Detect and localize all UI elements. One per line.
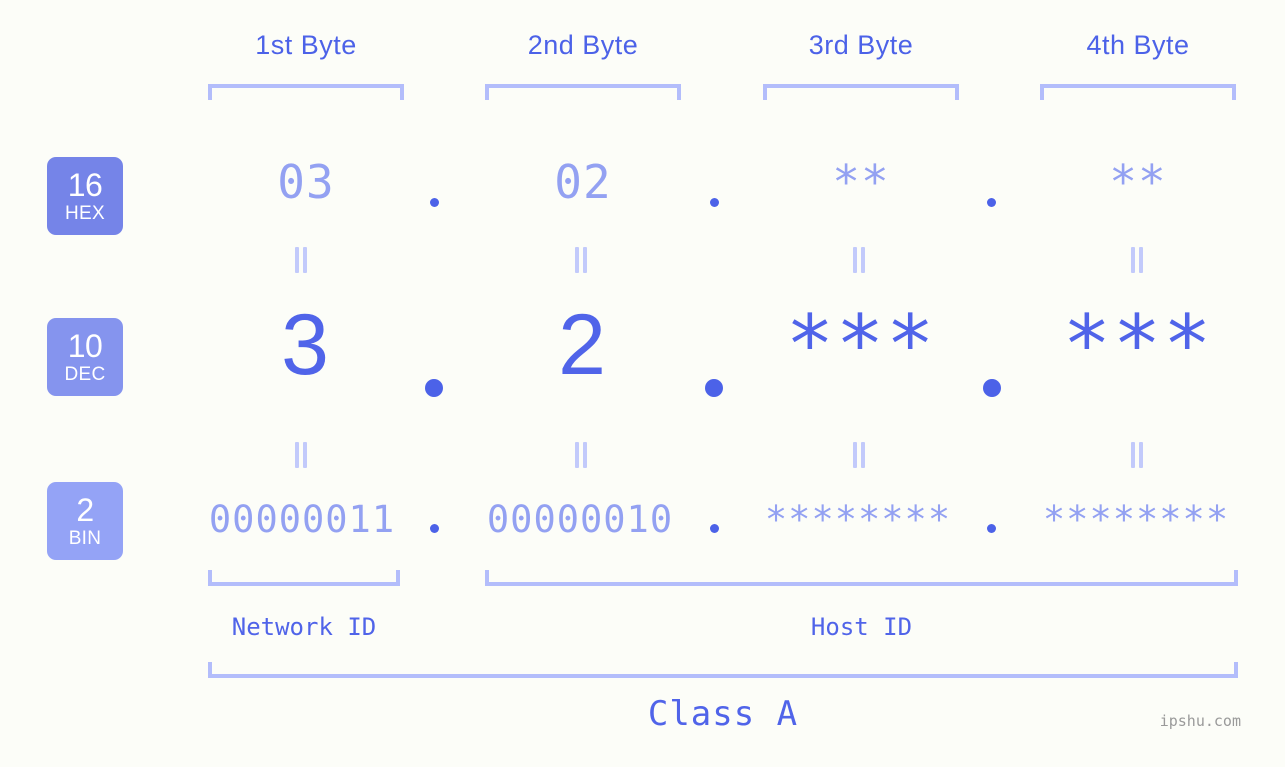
bin-separator-dot-3 (987, 524, 996, 533)
dec-separator-dot-1 (425, 379, 443, 397)
equals-connector-hex-dec-3 (850, 247, 868, 273)
equals-connector-dec-bin-2 (572, 442, 590, 468)
network-id-label-text: Network ID (231, 613, 377, 641)
dec-value-byte-3: *** (763, 298, 959, 391)
bin-value-byte-4: ******** (1038, 498, 1234, 541)
class-label-text: Class A (647, 694, 799, 734)
byte-header-4-label: 4th Byte (1086, 30, 1190, 60)
hex-separator-dot-2 (710, 198, 719, 207)
byte-bracket-2 (485, 84, 681, 100)
bin-value-byte-3: ******** (760, 498, 956, 541)
radix-badge-hex-label: HEX (65, 203, 105, 224)
bin-value-byte-4-text: ******** (1042, 498, 1230, 541)
ip-byte-diagram: 1st Byte 2nd Byte 3rd Byte 4th Byte 16 H… (0, 0, 1285, 767)
host-id-label: Host ID (485, 613, 1238, 641)
network-id-bracket (208, 570, 400, 586)
dec-value-byte-4-text: *** (1062, 298, 1214, 391)
dec-separator-dot-2 (705, 379, 723, 397)
byte-bracket-4 (1040, 84, 1236, 100)
dec-value-byte-1-text: 3 (281, 297, 331, 393)
equals-connector-dec-bin-3 (850, 442, 868, 468)
byte-header-4: 4th Byte (1040, 30, 1236, 61)
bin-value-byte-3-text: ******** (764, 498, 952, 541)
bin-value-byte-2-text: 00000010 (486, 498, 674, 541)
equals-connector-dec-bin-4 (1128, 442, 1146, 468)
radix-badge-bin-label: BIN (68, 528, 102, 549)
hex-value-byte-2-text: 02 (554, 155, 612, 209)
dec-value-byte-2-text: 2 (558, 297, 608, 393)
bin-separator-dot-1 (430, 524, 439, 533)
dec-value-byte-3-text: *** (785, 298, 937, 391)
network-id-label: Network ID (208, 613, 400, 641)
radix-badge-dec: 10 DEC (47, 318, 123, 396)
byte-bracket-3 (763, 84, 959, 100)
equals-connector-dec-bin-1 (292, 442, 310, 468)
equals-connector-hex-dec-4 (1128, 247, 1146, 273)
byte-header-2-label: 2nd Byte (527, 30, 639, 60)
byte-header-3-label: 3rd Byte (808, 30, 914, 60)
hex-value-byte-1-text: 03 (277, 155, 335, 209)
class-bracket (208, 662, 1238, 678)
host-id-label-text: Host ID (810, 613, 913, 641)
hex-separator-dot-3 (987, 198, 996, 207)
radix-badge-bin: 2 BIN (47, 482, 123, 560)
byte-header-3: 3rd Byte (763, 30, 959, 61)
bin-value-byte-1-text: 00000011 (208, 498, 396, 541)
radix-badge-dec-number: 10 (67, 328, 103, 364)
radix-badge-dec-label: DEC (64, 364, 106, 385)
host-id-bracket (485, 570, 1238, 586)
equals-connector-hex-dec-1 (292, 247, 310, 273)
hex-separator-dot-1 (430, 198, 439, 207)
byte-header-2: 2nd Byte (485, 30, 681, 61)
hex-value-byte-1: 03 (208, 155, 404, 209)
byte-header-1: 1st Byte (208, 30, 404, 61)
hex-value-byte-2: 02 (485, 155, 681, 209)
dec-value-byte-2: 2 (485, 296, 681, 395)
class-label: Class A (208, 694, 1238, 734)
hex-value-byte-3-text: ** (832, 155, 890, 209)
bin-separator-dot-2 (710, 524, 719, 533)
byte-header-1-label: 1st Byte (255, 30, 357, 60)
bin-value-byte-2: 00000010 (482, 498, 678, 541)
dec-value-byte-4: *** (1040, 298, 1236, 391)
watermark-text: ipshu.com (1159, 712, 1241, 730)
hex-value-byte-3: ** (763, 155, 959, 209)
dec-separator-dot-3 (983, 379, 1001, 397)
bin-value-byte-1: 00000011 (204, 498, 400, 541)
watermark: ipshu.com (1160, 712, 1241, 730)
byte-bracket-1 (208, 84, 404, 100)
hex-value-byte-4: ** (1040, 155, 1236, 209)
dec-value-byte-1: 3 (208, 296, 404, 395)
radix-badge-bin-number: 2 (76, 492, 94, 528)
equals-connector-hex-dec-2 (572, 247, 590, 273)
hex-value-byte-4-text: ** (1109, 155, 1167, 209)
radix-badge-hex-number: 16 (67, 167, 103, 203)
radix-badge-hex: 16 HEX (47, 157, 123, 235)
